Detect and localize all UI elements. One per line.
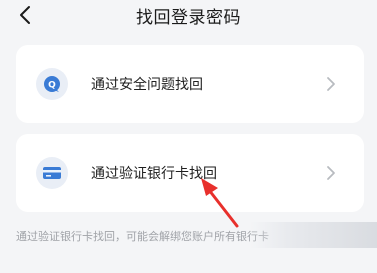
page-title: 找回登录密码 (136, 8, 241, 28)
option-bank-card[interactable]: 通过验证银行卡找回 (16, 134, 364, 212)
chevron-right-icon (327, 77, 335, 91)
bank-card-icon (36, 157, 68, 189)
svg-text:Q: Q (48, 81, 56, 91)
chevron-right-icon (327, 166, 335, 180)
option-security-question[interactable]: Q 通过安全问题找回 (16, 45, 364, 123)
option-label: 通过验证银行卡找回 (91, 166, 217, 182)
question-bubble-icon: Q (36, 68, 68, 100)
header-bar: 找回登录密码 (0, 0, 377, 36)
blur-overlay (250, 222, 377, 248)
option-label: 通过安全问题找回 (91, 77, 203, 93)
